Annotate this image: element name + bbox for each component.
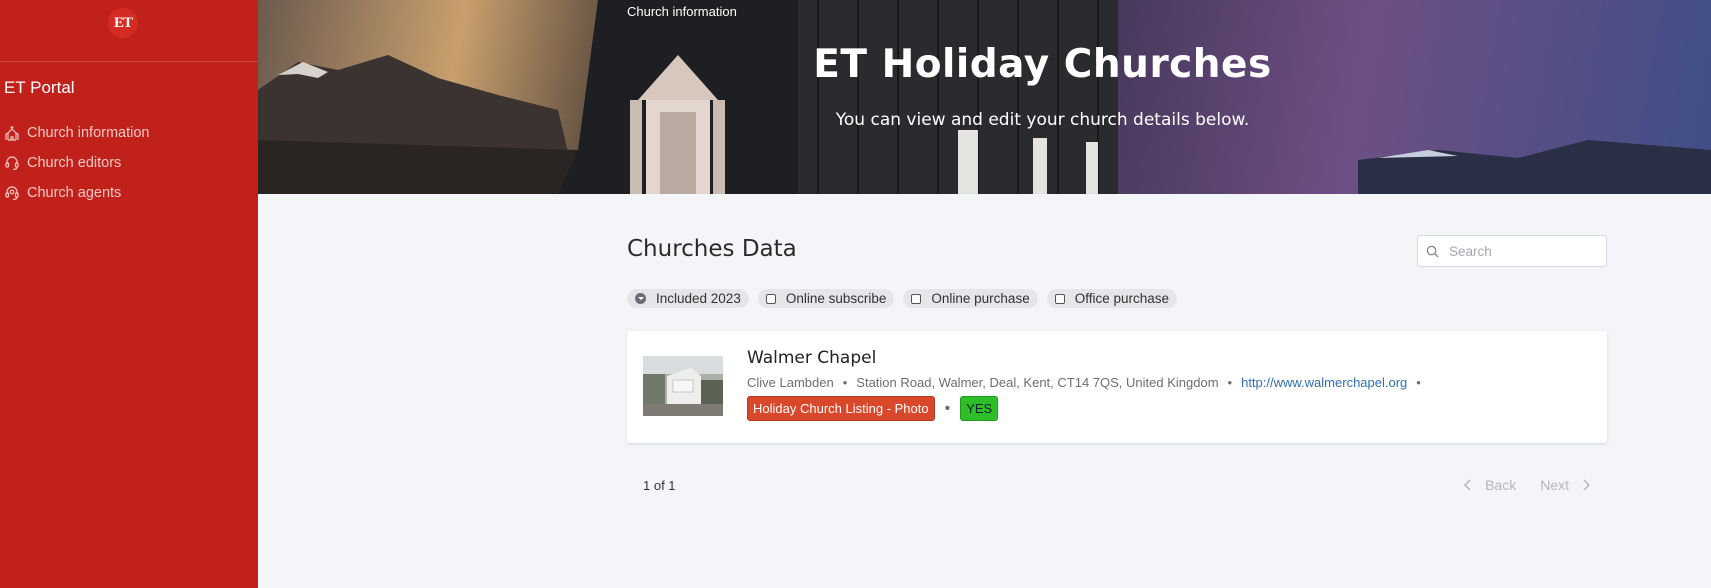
church-name[interactable]: Walmer Chapel <box>747 348 876 368</box>
filter-label: Online subscribe <box>785 291 887 306</box>
listing-tag: Holiday Church Listing - Photo <box>747 396 935 421</box>
sidebar-item-church-information[interactable]: Church information <box>0 118 258 148</box>
user-headset-icon <box>5 156 19 171</box>
separator-dot: • <box>842 375 848 390</box>
church-address: Station Road, Walmer, Deal, Kent, CT14 7… <box>856 375 1219 390</box>
chevron-right-icon[interactable] <box>1581 478 1591 492</box>
sidebar-item-label: Church editors <box>27 155 122 171</box>
church-photo[interactable] <box>643 356 723 416</box>
church-website-link[interactable]: http://www.walmerchapel.org <box>1241 375 1407 390</box>
page-title: ET Holiday Churches <box>813 42 1272 87</box>
pagination-count: 1 of 1 <box>643 478 676 493</box>
next-button[interactable]: Next <box>1540 477 1569 493</box>
logo-area: ET <box>0 0 258 62</box>
filter-label: Included 2023 <box>656 291 741 306</box>
church-contact: Clive Lambden <box>747 375 834 390</box>
filter-online-subscribe[interactable]: Online subscribe <box>757 289 895 308</box>
separator-dot: • <box>1227 375 1233 390</box>
separator-dot: • <box>944 399 951 417</box>
checkbox-icon <box>765 293 776 304</box>
checked-toggle-icon <box>635 293 646 304</box>
pagination-controls: Back Next <box>1463 477 1591 493</box>
hero-banner: Church information ET Holiday Churches Y… <box>258 0 1711 194</box>
church-tags: Holiday Church Listing - Photo • YES <box>747 396 999 421</box>
hero-background-image <box>258 0 1711 194</box>
search-icon <box>1426 245 1439 258</box>
filter-office-purchase[interactable]: Office purchase <box>1046 289 1178 308</box>
section-title: Churches Data <box>627 236 797 262</box>
checkbox-icon <box>911 293 922 304</box>
portal-title: ET Portal <box>4 78 75 97</box>
sidebar-nav: Church information Church editors Church… <box>0 118 258 208</box>
status-badge: YES <box>960 396 999 421</box>
sidebar-item-church-agents[interactable]: Church agents <box>0 178 258 208</box>
filter-online-purchase[interactable]: Online purchase <box>903 289 1038 308</box>
chevron-left-icon[interactable] <box>1463 478 1473 492</box>
search-box[interactable] <box>1417 235 1607 267</box>
church-meta: Clive Lambden • Station Road, Walmer, De… <box>747 375 1430 390</box>
checkbox-icon <box>1054 293 1065 304</box>
church-photo-image <box>643 356 723 416</box>
sidebar-item-label: Church information <box>27 125 150 141</box>
filter-label: Office purchase <box>1074 291 1170 306</box>
back-button[interactable]: Back <box>1485 477 1516 493</box>
church-card[interactable]: Walmer Chapel Clive Lambden • Station Ro… <box>627 331 1607 443</box>
filter-label: Online purchase <box>931 291 1030 306</box>
search-input[interactable] <box>1449 243 1599 259</box>
sidebar-item-label: Church agents <box>27 185 122 201</box>
page-subtitle: You can view and edit your church detail… <box>835 110 1250 130</box>
church-icon <box>5 126 19 141</box>
filter-included-2023[interactable]: Included 2023 <box>627 289 749 308</box>
user-headset-icon <box>5 186 19 201</box>
sidebar-item-church-editors[interactable]: Church editors <box>0 148 258 178</box>
sidebar: ET ET Portal Church information Church e… <box>0 0 258 588</box>
separator-dot: • <box>1416 375 1421 390</box>
et-logo[interactable]: ET <box>108 8 138 38</box>
filter-chips: Included 2023 Online subscribe Online pu… <box>627 289 1186 308</box>
breadcrumb[interactable]: Church information <box>627 4 737 19</box>
